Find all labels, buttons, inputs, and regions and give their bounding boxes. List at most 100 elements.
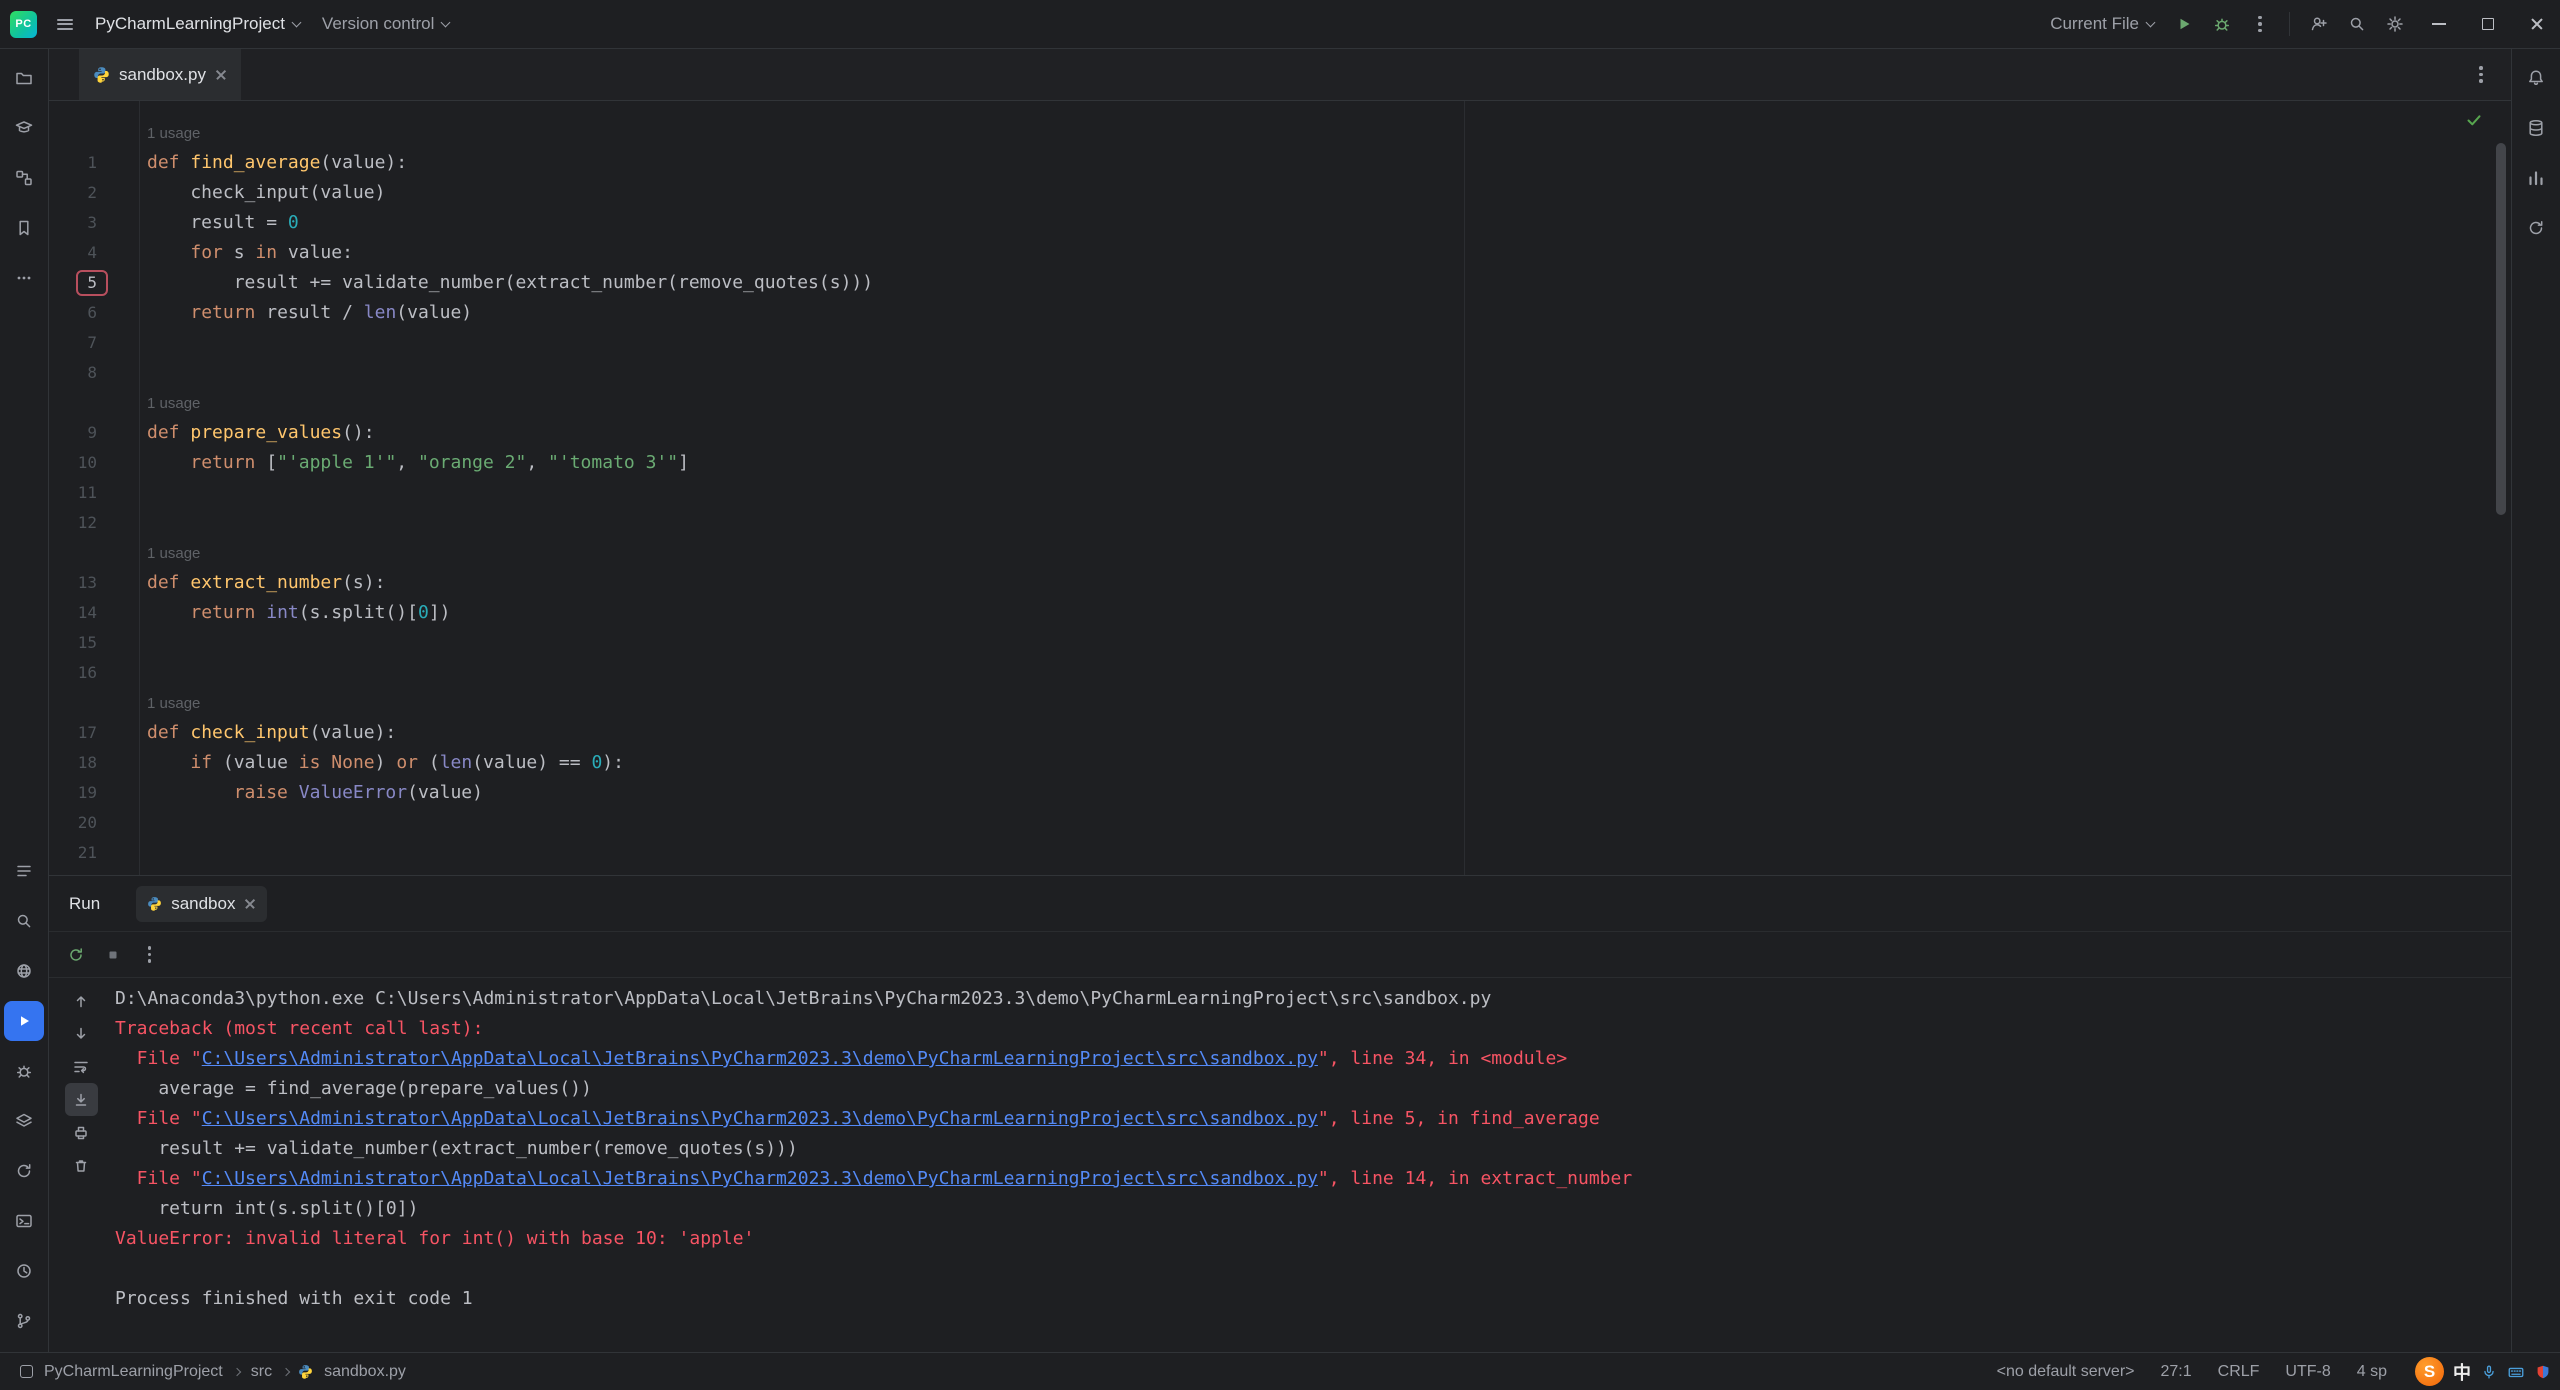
scroll-to-end-button[interactable] <box>65 1083 98 1116</box>
history-tool-button[interactable] <box>4 1251 44 1291</box>
project-selector-button[interactable]: PyCharmLearningProject <box>85 7 310 41</box>
rerun-button[interactable] <box>59 938 92 971</box>
project-tool-button[interactable] <box>4 58 44 98</box>
code-line[interactable]: 4 for s in value: <box>49 238 2511 268</box>
line-number[interactable]: 9 <box>49 418 139 448</box>
editor-scrollbar[interactable] <box>2496 143 2506 515</box>
inlay-hint-row[interactable]: 1 usage <box>49 388 2511 418</box>
code-line[interactable]: 5 result += validate_number(extract_numb… <box>49 268 2511 298</box>
line-separator-widget[interactable]: CRLF <box>2218 1363 2260 1381</box>
encoding-widget[interactable]: UTF-8 <box>2285 1363 2330 1381</box>
find-tool-button[interactable] <box>4 901 44 941</box>
line-number[interactable]: 14 <box>49 598 139 628</box>
indent-widget[interactable]: 4 sp <box>2357 1363 2387 1381</box>
code-line[interactable]: 18 if (value is None) or (len(value) == … <box>49 748 2511 778</box>
code-line[interactable]: 11 <box>49 478 2511 508</box>
code-editor[interactable]: 1 usage1def find_average(value):2 check_… <box>49 101 2511 875</box>
code-line[interactable]: 19 raise ValueError(value) <box>49 778 2511 808</box>
line-number[interactable]: 7 <box>49 328 139 358</box>
print-button[interactable] <box>65 1116 98 1149</box>
prev-stacktrace-button[interactable] <box>65 984 98 1017</box>
code-line[interactable]: 6 return result / len(value) <box>49 298 2511 328</box>
code-line[interactable]: 14 return int(s.split()[0]) <box>49 598 2511 628</box>
run-tool-button[interactable] <box>4 1001 44 1041</box>
more-tools-button[interactable] <box>4 258 44 298</box>
sogou-logo-icon[interactable]: S <box>2415 1357 2444 1386</box>
debug-tool-button[interactable] <box>4 1051 44 1091</box>
caret-position-widget[interactable]: 27:1 <box>2161 1363 2192 1381</box>
breadcrumb-file[interactable]: sandbox.py <box>322 1361 408 1383</box>
stop-button[interactable] <box>96 938 129 971</box>
minimize-button[interactable] <box>2415 0 2462 48</box>
close-icon[interactable] <box>215 69 227 81</box>
learn-tool-button[interactable] <box>4 108 44 148</box>
main-menu-button[interactable] <box>47 6 83 42</box>
code-line[interactable]: 7 <box>49 328 2511 358</box>
line-number[interactable]: 12 <box>49 508 139 538</box>
structure-tool-button[interactable] <box>4 158 44 198</box>
python-console-tool-button[interactable] <box>4 1151 44 1191</box>
line-number[interactable]: 2 <box>49 178 139 208</box>
inlay-hint-row[interactable]: 1 usage <box>49 688 2511 718</box>
server-widget[interactable]: <no default server> <box>1997 1363 2135 1381</box>
chinese-input-icon[interactable]: 中 <box>2453 1359 2471 1385</box>
line-number[interactable]: 3 <box>49 208 139 238</box>
close-icon[interactable] <box>244 898 256 910</box>
code-line[interactable]: 16 <box>49 658 2511 688</box>
line-number[interactable]: 4 <box>49 238 139 268</box>
stacktrace-link[interactable]: C:\Users\Administrator\AppData\Local\Jet… <box>202 1048 1318 1069</box>
version-control-button[interactable]: Version control <box>312 7 459 41</box>
settings-button[interactable] <box>2377 6 2413 42</box>
todo-tool-button[interactable] <box>4 851 44 891</box>
sciview-button[interactable] <box>2516 158 2556 198</box>
database-button[interactable] <box>2516 108 2556 148</box>
search-everywhere-button[interactable] <box>2339 6 2375 42</box>
more-actions-button[interactable] <box>2242 6 2278 42</box>
packages-tool-button[interactable] <box>4 951 44 991</box>
line-number[interactable]: 15 <box>49 628 139 658</box>
code-line[interactable]: 21 <box>49 838 2511 868</box>
line-number[interactable]: 19 <box>49 778 139 808</box>
console-options-button[interactable] <box>133 938 166 971</box>
inlay-hint-row[interactable]: 1 usage <box>49 538 2511 568</box>
code-line[interactable]: 20 <box>49 808 2511 838</box>
line-number[interactable]: 18 <box>49 748 139 778</box>
editor-options-button[interactable] <box>2463 57 2499 93</box>
code-line[interactable]: 13def extract_number(s): <box>49 568 2511 598</box>
line-number[interactable]: 8 <box>49 358 139 388</box>
terminal-tool-button[interactable] <box>4 1201 44 1241</box>
inlay-hint-row[interactable]: 1 usage <box>49 118 2511 148</box>
debug-button[interactable] <box>2204 6 2240 42</box>
pycharm-logo[interactable]: PC <box>10 11 37 38</box>
stacktrace-link[interactable]: C:\Users\Administrator\AppData\Local\Jet… <box>202 1168 1318 1189</box>
next-stacktrace-button[interactable] <box>65 1017 98 1050</box>
keyboard-icon[interactable] <box>2507 1363 2525 1381</box>
line-number[interactable]: 16 <box>49 658 139 688</box>
code-line[interactable]: 10 return ["'apple 1'", "orange 2", "'to… <box>49 448 2511 478</box>
line-number[interactable]: 13 <box>49 568 139 598</box>
mic-icon[interactable] <box>2480 1363 2498 1381</box>
line-number[interactable]: 5 <box>49 268 139 298</box>
line-number[interactable]: 20 <box>49 808 139 838</box>
breadcrumb-src[interactable]: src <box>249 1361 274 1383</box>
soft-wrap-button[interactable] <box>65 1050 98 1083</box>
code-line[interactable]: 1def find_average(value): <box>49 148 2511 178</box>
line-number[interactable]: 21 <box>49 838 139 868</box>
notifications-button[interactable] <box>2516 58 2556 98</box>
stacktrace-link[interactable]: C:\Users\Administrator\AppData\Local\Jet… <box>202 1108 1318 1129</box>
line-number[interactable]: 1 <box>49 148 139 178</box>
code-line[interactable]: 17def check_input(value): <box>49 718 2511 748</box>
version-control-tool-button[interactable] <box>4 1301 44 1341</box>
sync-button[interactable] <box>2516 208 2556 248</box>
close-button[interactable] <box>2513 0 2560 48</box>
code-line[interactable]: 8 <box>49 358 2511 388</box>
run-config-button[interactable]: Current File <box>2040 7 2164 41</box>
line-number[interactable]: 6 <box>49 298 139 328</box>
line-number[interactable]: 11 <box>49 478 139 508</box>
breadcrumb-project[interactable]: PyCharmLearningProject <box>42 1361 225 1383</box>
code-line[interactable]: 12 <box>49 508 2511 538</box>
services-tool-button[interactable] <box>4 1101 44 1141</box>
code-with-me-button[interactable] <box>2301 6 2337 42</box>
code-line[interactable]: 9def prepare_values(): <box>49 418 2511 448</box>
run-tab-sandbox[interactable]: sandbox <box>136 886 267 922</box>
